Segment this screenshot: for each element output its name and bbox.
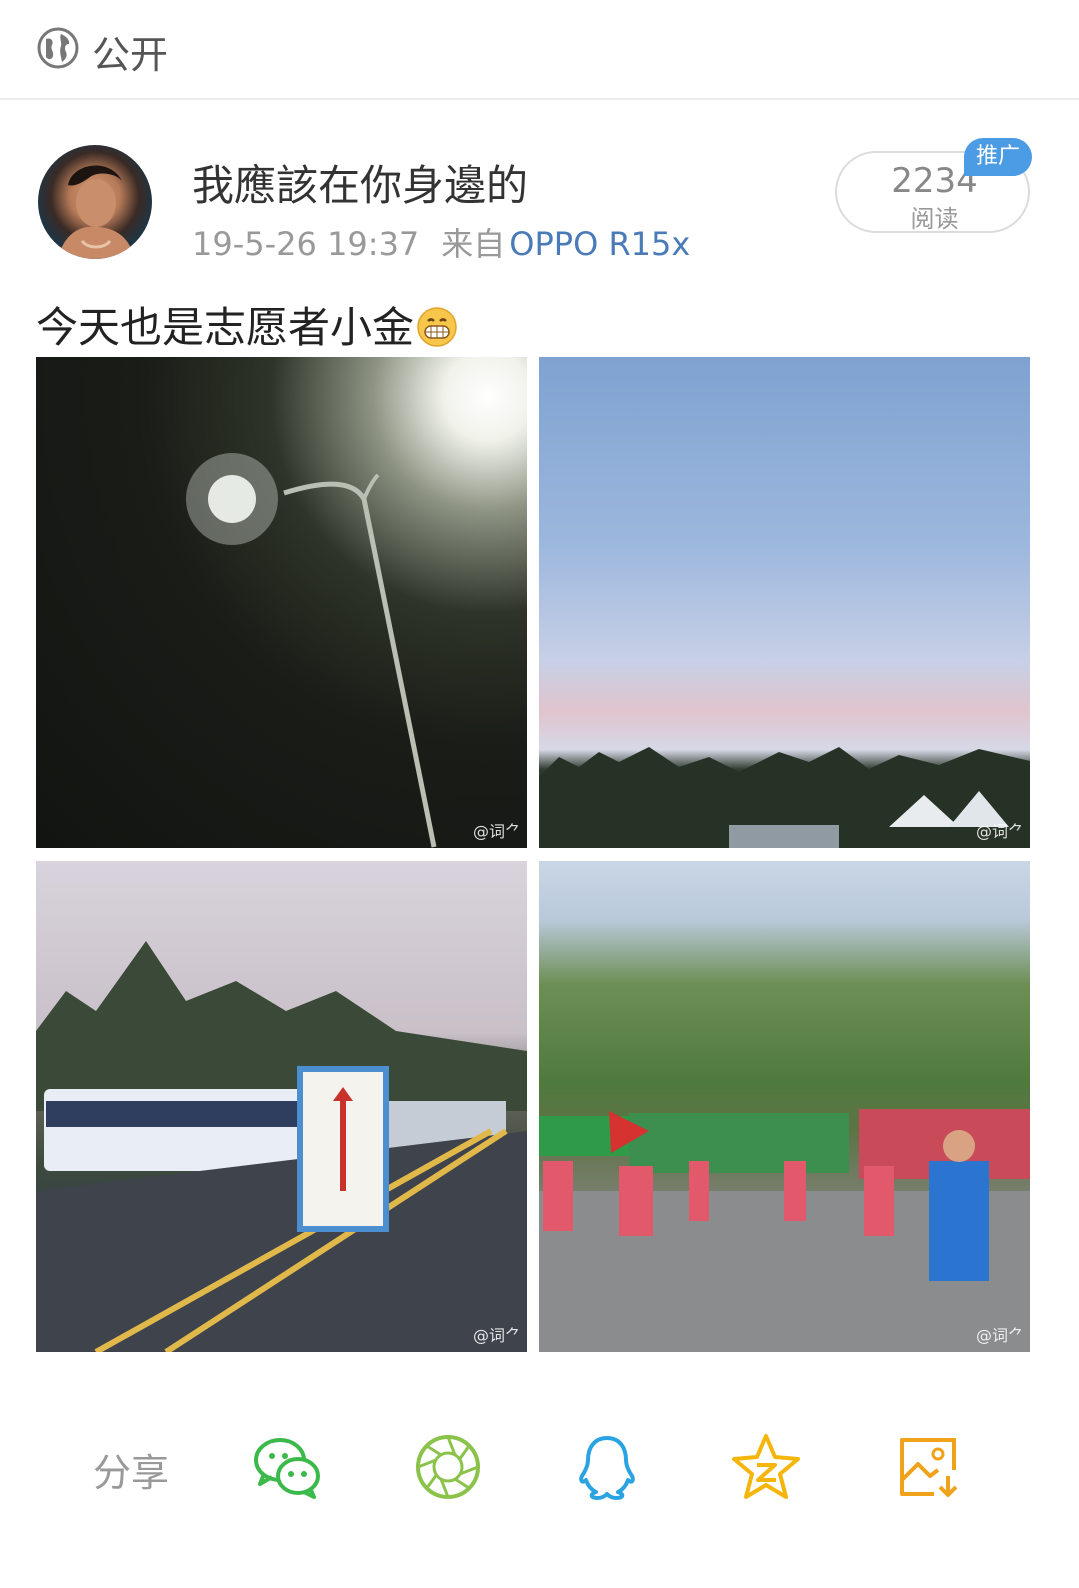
photo-marathon-crowd[interactable]: @词⺈ xyxy=(539,861,1030,1352)
username[interactable]: 我應該在你身邊的 xyxy=(192,152,528,213)
photo-watermark: @词⺈ xyxy=(975,1326,1024,1345)
source-prefix: 来自 xyxy=(441,225,506,263)
save-image-icon[interactable] xyxy=(894,1432,964,1502)
photo-road-buses[interactable]: @词⺈ xyxy=(36,861,527,1352)
qq-icon[interactable] xyxy=(572,1432,642,1502)
post-text: 今天也是志愿者小金 xyxy=(36,294,458,355)
wechat-icon[interactable] xyxy=(252,1432,322,1502)
photo-watermark: @词⺈ xyxy=(472,822,521,841)
post-meta: 19-5-26 19:37 来自 OPPO R15x xyxy=(192,219,690,265)
grin-emoji-icon xyxy=(417,307,457,347)
photo-street-lamp[interactable]: @词⺈ xyxy=(36,357,527,848)
photo-watermark: @词⺈ xyxy=(975,822,1024,841)
photo-watermark: @词⺈ xyxy=(472,1326,521,1345)
road-buses-illustration xyxy=(36,941,527,1352)
moments-icon[interactable] xyxy=(413,1432,483,1502)
post-text-content: 今天也是志愿者小金 xyxy=(36,303,415,352)
sky-trees-illustration xyxy=(539,747,1030,848)
promo-badge[interactable]: 推广 xyxy=(964,138,1032,176)
reads-label: 阅读 xyxy=(910,205,959,233)
street-lamp-illustration xyxy=(186,453,437,848)
globe-icon xyxy=(37,27,79,69)
share-label: 分享 xyxy=(93,1451,170,1495)
post-timestamp: 19-5-26 19:37 xyxy=(192,225,420,263)
privacy-label: 公开 xyxy=(92,33,169,77)
avatar-image xyxy=(58,165,134,259)
source-device-link[interactable]: OPPO R15x xyxy=(509,225,690,263)
qzone-icon[interactable] xyxy=(731,1432,801,1502)
privacy-bar[interactable]: 公开 xyxy=(0,0,1079,100)
photo-evening-sky[interactable]: @词⺈ xyxy=(539,357,1030,848)
avatar[interactable] xyxy=(38,145,152,259)
marathon-crowd-illustration xyxy=(539,1109,1030,1352)
